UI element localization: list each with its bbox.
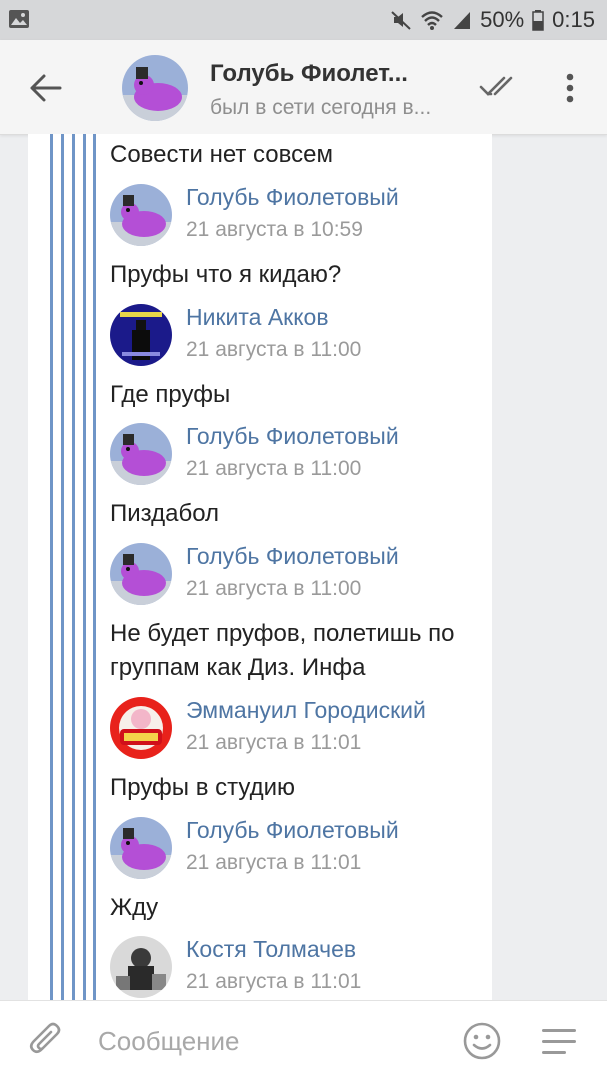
message-author[interactable]: Голубь Фиолетовый: [186, 817, 399, 844]
message-date: 21 августа в 11:01: [186, 851, 362, 874]
avatar[interactable]: [110, 543, 172, 605]
menu-button[interactable]: [540, 1025, 580, 1059]
message-input[interactable]: [98, 1021, 438, 1061]
emoji-button[interactable]: [462, 1021, 502, 1061]
message-date: 21 августа в 11:01: [186, 970, 362, 993]
avatar[interactable]: [110, 304, 172, 366]
avatar[interactable]: [122, 55, 188, 121]
message-text: Жду: [110, 894, 159, 921]
message-author[interactable]: Никита Акков: [186, 304, 329, 331]
message-text: Совести нет совсем: [110, 141, 333, 168]
signal-icon: [452, 9, 472, 31]
quote-stripes: [50, 134, 96, 1000]
read-status-button[interactable]: [478, 72, 522, 102]
more-button[interactable]: [556, 68, 584, 108]
avatar[interactable]: [110, 423, 172, 485]
message-author[interactable]: Костя Толмачев: [186, 936, 356, 963]
mute-icon: [390, 9, 412, 31]
avatar[interactable]: [110, 184, 172, 246]
forwarded-messages-card: Совести нет совсем Голубь Фиолетовый 21 а…: [28, 134, 492, 1000]
message-author[interactable]: Голубь Фиолетовый: [186, 184, 399, 211]
last-seen-status: был в сети сегодня в...: [210, 96, 432, 119]
avatar[interactable]: [110, 817, 172, 879]
message-text: Пруфы в студию: [110, 774, 296, 801]
message-text: Пруфы что я кидаю?: [110, 261, 342, 288]
clock: 0:15: [552, 7, 595, 32]
image-icon: [8, 8, 30, 30]
smiley-icon: [463, 1022, 501, 1060]
message-text: Где пруфы: [110, 381, 231, 408]
back-button[interactable]: [24, 68, 68, 108]
message-text: Не будет пруфов, полетишь по группам как…: [110, 620, 455, 681]
double-check-icon: [479, 76, 513, 96]
message-text: Пиздабол: [110, 500, 220, 527]
battery-label: 50%: [480, 7, 525, 32]
menu-lines-icon: [542, 1029, 576, 1054]
more-vertical-icon: [566, 73, 574, 103]
message-date: 21 августа в 10:59: [186, 218, 363, 241]
message-author[interactable]: Голубь Фиолетовый: [186, 423, 399, 450]
status-bar: 50% 0:15: [0, 0, 607, 40]
message-author[interactable]: Эммануил Городиский: [186, 697, 426, 724]
message-date: 21 августа в 11:00: [186, 577, 362, 600]
message-date: 21 августа в 11:00: [186, 338, 362, 361]
paperclip-icon: [29, 1022, 61, 1054]
arrow-left-icon: [30, 74, 62, 102]
page-title: Голубь Фиолет...: [210, 60, 408, 87]
attach-button[interactable]: [28, 1021, 66, 1061]
wifi-icon: [420, 9, 444, 31]
message-author[interactable]: Голубь Фиолетовый: [186, 543, 399, 570]
chat-header: Голубь Фиолет... был в сети сегодня в...: [0, 40, 607, 135]
avatar[interactable]: [110, 697, 172, 759]
message-composer: [0, 1000, 607, 1081]
message-date: 21 августа в 11:00: [186, 457, 362, 480]
battery-icon: [532, 9, 544, 31]
avatar[interactable]: [110, 936, 172, 998]
message-date: 21 августа в 11:01: [186, 731, 362, 754]
